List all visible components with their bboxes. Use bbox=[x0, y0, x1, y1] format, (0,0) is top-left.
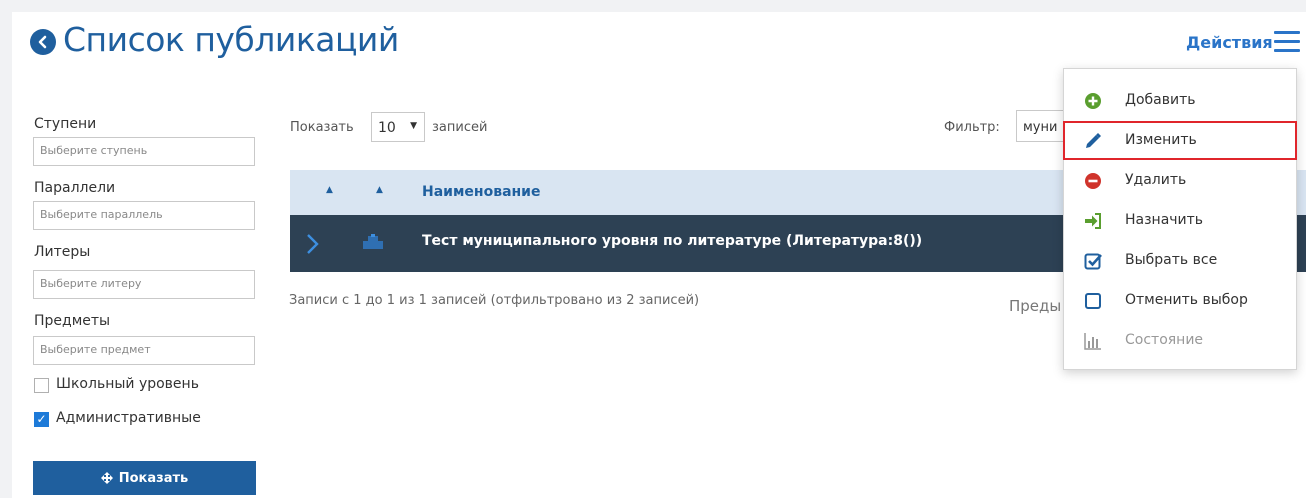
check-square-icon bbox=[1084, 253, 1102, 270]
table-info: Записи с 1 до 1 из 1 записей (отфильтров… bbox=[289, 293, 700, 308]
column-name-header[interactable]: Наименование bbox=[422, 184, 541, 200]
publication-icon bbox=[363, 234, 383, 249]
menu-item-delete[interactable]: Удалить bbox=[1064, 162, 1296, 199]
menu-item-deselect[interactable]: Отменить выбор bbox=[1064, 282, 1296, 319]
sort-asc-icon[interactable]: ▲ bbox=[326, 185, 333, 195]
school-level-checkbox[interactable] bbox=[34, 378, 49, 393]
sort-asc-icon[interactable]: ▲ bbox=[376, 185, 383, 195]
menu-item-label: Выбрать все bbox=[1125, 252, 1218, 268]
menu-item-select-all[interactable]: Выбрать все bbox=[1064, 242, 1296, 279]
liters-select[interactable]: Выберите литеру bbox=[33, 270, 255, 299]
parallels-select[interactable]: Выберите параллель bbox=[33, 201, 255, 230]
pencil-icon bbox=[1086, 133, 1101, 148]
school-level-label: Школьный уровень bbox=[56, 376, 199, 392]
menu-item-label: Удалить bbox=[1125, 172, 1187, 188]
row-title: Тест муниципального уровня по литературе… bbox=[422, 233, 923, 249]
administrative-checkbox[interactable]: ✓ bbox=[34, 412, 49, 427]
filter-label: Фильтр: bbox=[944, 120, 1000, 135]
square-icon bbox=[1085, 293, 1101, 309]
menu-item-label: Отменить выбор bbox=[1125, 292, 1248, 308]
arrows-icon bbox=[100, 472, 113, 484]
page-title: Список публикаций bbox=[63, 20, 399, 59]
menu-item-label: Назначить bbox=[1125, 212, 1204, 228]
menu-item-label: Изменить bbox=[1125, 132, 1197, 148]
plus-circle-icon bbox=[1085, 93, 1101, 109]
parallels-label: Параллели bbox=[34, 180, 116, 196]
menu-item-assign[interactable]: Назначить bbox=[1064, 202, 1296, 239]
sign-in-icon bbox=[1085, 213, 1101, 229]
chevron-right-icon[interactable] bbox=[304, 233, 322, 255]
subjects-select[interactable]: Выберите предмет bbox=[33, 336, 255, 365]
back-arrow-icon[interactable] bbox=[30, 29, 56, 55]
stages-select[interactable]: Выберите ступень bbox=[33, 137, 255, 166]
show-suffix: записей bbox=[432, 120, 488, 135]
menu-item-label: Состояние bbox=[1125, 332, 1204, 348]
show-button[interactable]: Показать bbox=[33, 461, 256, 495]
menu-item-edit[interactable]: Изменить bbox=[1063, 121, 1297, 160]
menu-item-add[interactable]: Добавить bbox=[1064, 82, 1296, 119]
show-prefix: Показать bbox=[290, 120, 354, 135]
menu-item-status[interactable]: Состояние bbox=[1064, 322, 1296, 359]
menu-item-label: Добавить bbox=[1125, 92, 1196, 108]
actions-dropdown: Добавить Изменить Удалить Назначить Выбр… bbox=[1063, 68, 1297, 370]
page-size-value: 10 bbox=[378, 120, 396, 136]
liters-label: Литеры bbox=[34, 244, 91, 260]
bar-chart-icon bbox=[1084, 333, 1101, 350]
caret-down-icon: ▼ bbox=[410, 121, 417, 131]
actions-menu-button[interactable]: Действия bbox=[1186, 33, 1273, 52]
hamburger-icon[interactable] bbox=[1274, 31, 1300, 53]
stages-label: Ступени bbox=[34, 116, 97, 132]
page-size-select[interactable]: 10 ▼ bbox=[371, 112, 425, 142]
prev-page-button[interactable]: Преды bbox=[1009, 297, 1061, 315]
show-button-label: Показать bbox=[118, 470, 189, 486]
subjects-label: Предметы bbox=[34, 313, 111, 329]
administrative-label: Административные bbox=[56, 410, 201, 426]
minus-circle-icon bbox=[1085, 173, 1101, 189]
